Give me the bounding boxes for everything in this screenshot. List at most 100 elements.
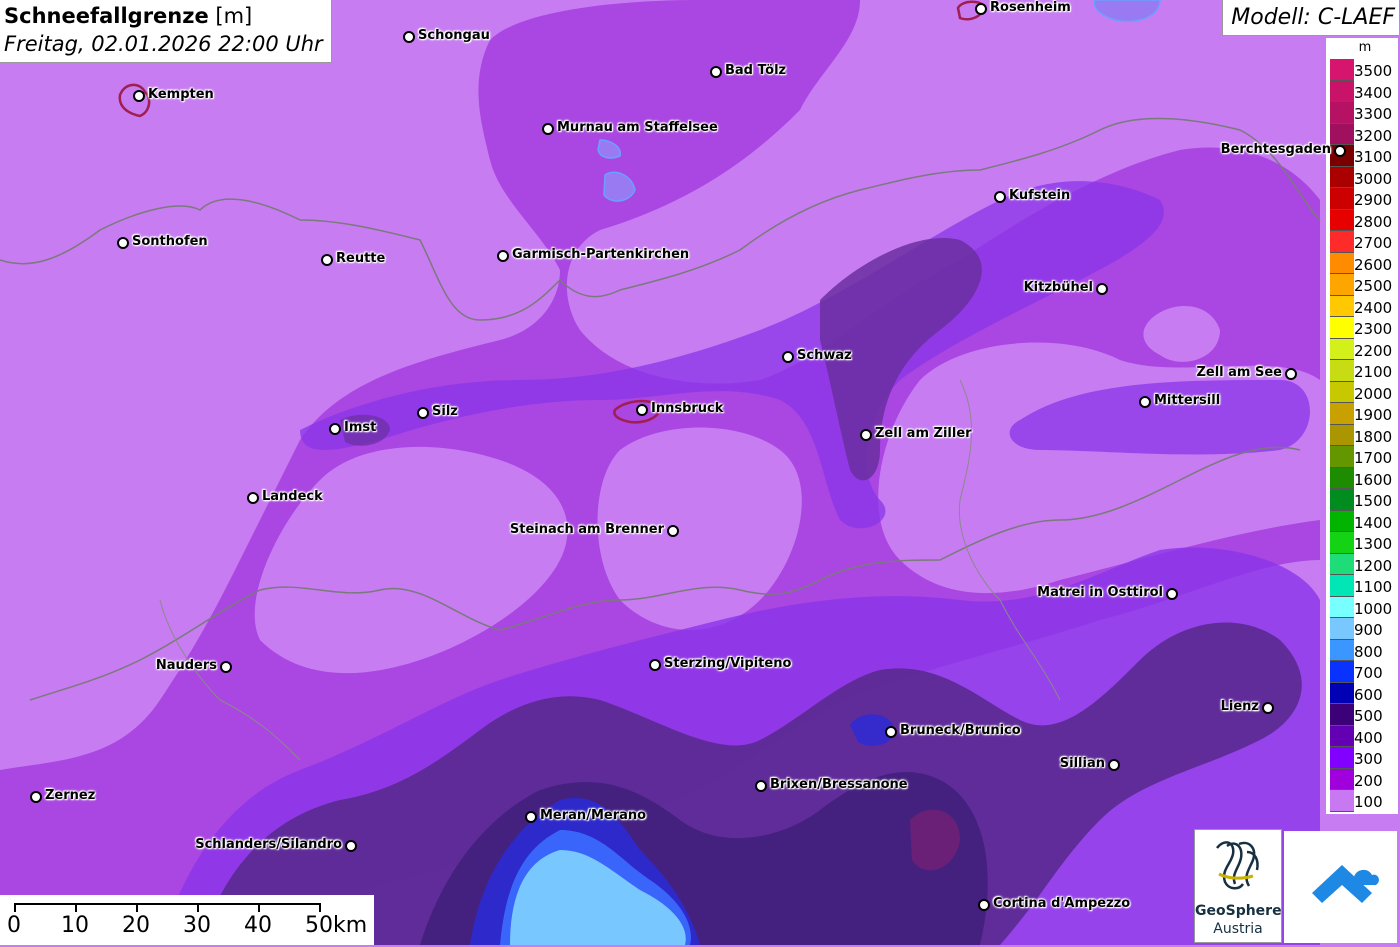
city-marker[interactable] (994, 191, 1006, 203)
city-label[interactable]: Meran/Merano (540, 808, 646, 823)
city-marker[interactable] (329, 423, 341, 435)
scale-tick (75, 903, 77, 912)
city-marker[interactable] (1166, 588, 1178, 600)
legend-swatch (1330, 510, 1354, 532)
city-label[interactable]: Brixen/Bressanone (770, 777, 908, 792)
scale-tick (319, 903, 321, 912)
city-label[interactable]: Sterzing/Vipiteno (664, 656, 791, 671)
city-marker[interactable] (636, 404, 648, 416)
model-box: Modell: C-LAEF (1222, 0, 1399, 36)
city-marker[interactable] (30, 791, 42, 803)
city-label[interactable]: Cortina d'Ampezzo (993, 896, 1130, 911)
legend-label: 2600 (1354, 255, 1393, 274)
city-marker[interactable] (1285, 368, 1297, 380)
city-label[interactable]: Silz (432, 404, 458, 419)
scale-label: 30 (183, 913, 211, 938)
legend-swatch (1330, 188, 1354, 210)
city-label[interactable]: Sonthofen (132, 234, 208, 249)
legend-entry: 2600 (1326, 252, 1398, 274)
city-label[interactable]: Garmisch-Partenkirchen (512, 247, 689, 262)
city-marker[interactable] (133, 90, 145, 102)
city-label[interactable]: Schlanders/Silandro (195, 837, 342, 852)
city-marker[interactable] (525, 811, 537, 823)
legend-label: 3200 (1354, 126, 1393, 145)
legend-label: 1000 (1354, 599, 1393, 618)
city-marker[interactable] (885, 726, 897, 738)
cloud-logo-icon (1312, 865, 1379, 903)
legend-swatch (1330, 381, 1354, 403)
city-marker[interactable] (417, 407, 429, 419)
legend-label: 1800 (1354, 427, 1393, 446)
city-marker[interactable] (220, 661, 232, 673)
city-label[interactable]: Kufstein (1009, 188, 1070, 203)
city-label[interactable]: Schongau (418, 28, 490, 43)
city-marker[interactable] (1108, 759, 1120, 771)
city-label[interactable]: Innsbruck (651, 401, 723, 416)
city-marker[interactable] (117, 237, 129, 249)
city-marker[interactable] (667, 525, 679, 537)
legend-entry: 700 (1326, 661, 1398, 683)
legend-swatch (1330, 166, 1354, 188)
title-parameter: Schneefallgrenze (4, 4, 209, 28)
city-label[interactable]: Matrei in Osttirol (1037, 585, 1163, 600)
city-label[interactable]: Rosenheim (990, 0, 1071, 15)
snowfall-map[interactable] (0, 0, 1400, 945)
legend-entry: 1800 (1326, 424, 1398, 446)
city-marker[interactable] (247, 492, 259, 504)
legend-entry: 2500 (1326, 274, 1398, 296)
legend-label: 1100 (1354, 578, 1393, 596)
city-label[interactable]: Bad Tölz (725, 63, 786, 78)
legend-label: 2300 (1354, 320, 1393, 338)
legend-swatch (1330, 338, 1354, 360)
city-marker[interactable] (1262, 702, 1274, 714)
city-marker[interactable] (649, 659, 661, 671)
city-label[interactable]: Zell am Ziller (875, 426, 972, 441)
city-marker[interactable] (403, 31, 415, 43)
city-marker[interactable] (1334, 145, 1346, 157)
scale-bar: 0 10 20 30 40 50km (0, 895, 374, 945)
legend-entry: 1200 (1326, 553, 1398, 575)
city-label[interactable]: Kitzbühel (1024, 280, 1093, 295)
city-label[interactable]: Murnau am Staffelsee (557, 120, 718, 135)
city-marker[interactable] (978, 899, 990, 911)
city-marker[interactable] (755, 780, 767, 792)
city-marker[interactable] (497, 250, 509, 262)
city-label[interactable]: Lienz (1221, 699, 1259, 714)
legend-label: 2000 (1354, 384, 1393, 403)
legend-entry: 2000 (1326, 381, 1398, 403)
city-label[interactable]: Schwaz (797, 348, 852, 363)
city-marker[interactable] (1096, 283, 1108, 295)
city-marker[interactable] (1139, 396, 1151, 408)
city-marker[interactable] (860, 429, 872, 441)
legend-entry: 2400 (1326, 295, 1398, 317)
city-marker[interactable] (782, 351, 794, 363)
scale-tick (197, 903, 199, 912)
legend-swatch (1330, 596, 1354, 618)
legend-entry: 2100 (1326, 360, 1398, 382)
city-label[interactable]: Reutte (336, 251, 385, 266)
city-label[interactable]: Sillian (1060, 756, 1105, 771)
legend-swatch (1330, 532, 1354, 554)
legend-swatch (1330, 467, 1354, 489)
legend-swatch (1330, 682, 1354, 704)
city-marker[interactable] (710, 66, 722, 78)
city-marker[interactable] (542, 123, 554, 135)
city-label[interactable]: Zell am See (1196, 365, 1282, 380)
legend-swatch (1330, 424, 1354, 446)
city-label[interactable]: Berchtesgaden (1221, 142, 1331, 157)
city-label[interactable]: Imst (344, 420, 376, 435)
city-label[interactable]: Kempten (148, 87, 214, 102)
city-label[interactable]: Steinach am Brenner (510, 522, 664, 537)
city-label[interactable]: Landeck (262, 489, 323, 504)
city-marker[interactable] (345, 840, 357, 852)
city-marker[interactable] (321, 254, 333, 266)
city-label[interactable]: Bruneck/Brunico (900, 723, 1021, 738)
city-label[interactable]: Mittersill (1154, 393, 1220, 408)
legend-swatch (1330, 747, 1354, 769)
geosphere-subtitle: Austria (1213, 921, 1263, 937)
legend-swatch (1330, 403, 1354, 425)
city-label[interactable]: Nauders (156, 658, 217, 673)
city-marker[interactable] (975, 3, 987, 15)
city-label[interactable]: Zernez (45, 788, 95, 803)
legend-swatch (1330, 446, 1354, 468)
